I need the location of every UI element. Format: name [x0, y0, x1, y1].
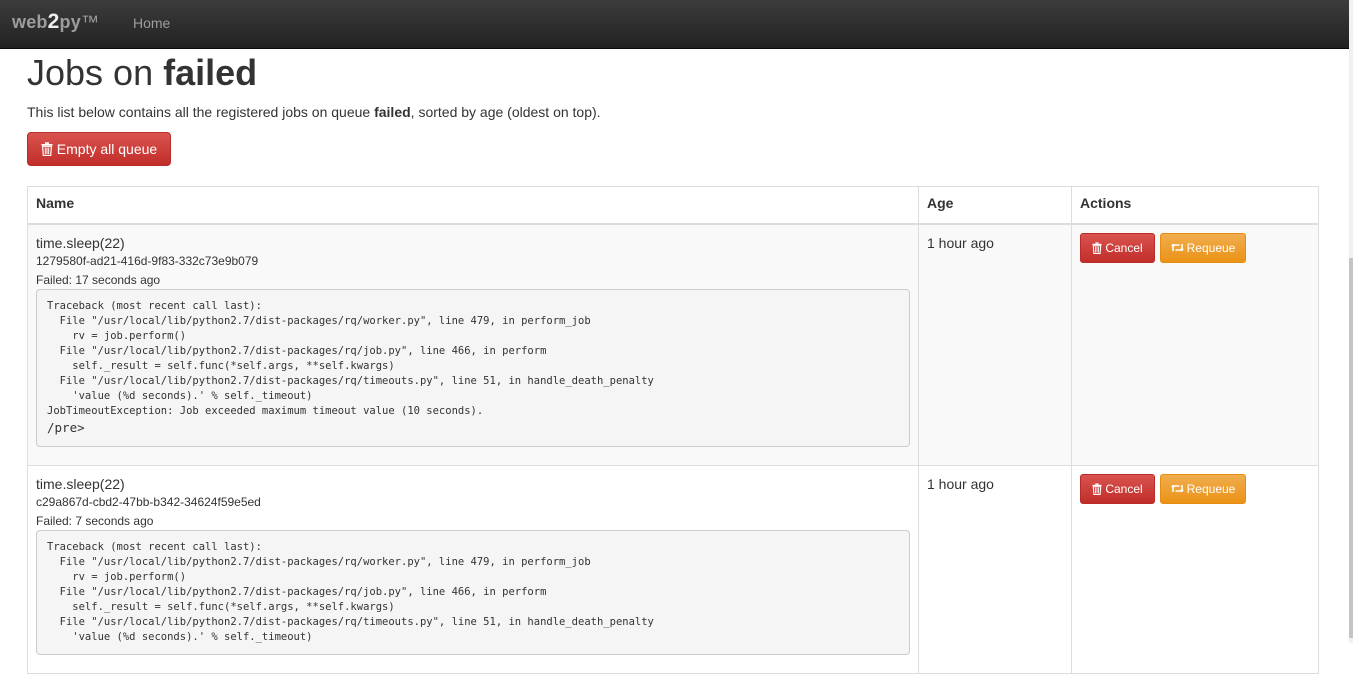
- description-prefix: This list below contains all the registe…: [27, 104, 375, 120]
- requeue-button[interactable]: Requeue: [1160, 232, 1246, 263]
- job-actions: Cancel Requeue: [1080, 473, 1310, 504]
- job-id: c29a867d-cbd2-47bb-b342-34624f59e5ed: [36, 494, 261, 509]
- job-age-cell: 1 hour ago: [918, 464, 1072, 674]
- job-actions-cell: Cancel Requeue: [1071, 223, 1319, 466]
- column-header-actions: Actions: [1071, 186, 1319, 225]
- job-age: 1 hour ago: [927, 475, 994, 492]
- top-navbar: web2py™ Home: [0, 0, 1349, 49]
- job-id: 1279580f-ad21-416d-9f83-332c73e9b079: [36, 253, 259, 268]
- traceback-end-text: /pre>: [47, 419, 85, 435]
- table-row: time.sleep(22) c29a867d-cbd2-47bb-b342-3…: [27, 464, 1319, 674]
- job-failed-time: Failed: 17 seconds ago: [36, 272, 161, 287]
- job-age: 1 hour ago: [927, 234, 994, 251]
- requeue-button[interactable]: Requeue: [1160, 473, 1246, 504]
- brand-suffix: py: [59, 12, 81, 32]
- traceback-block: Traceback (most recent call last): File …: [36, 288, 910, 447]
- empty-all-queue-label: Empty all queue: [56, 141, 158, 157]
- traceback-text: Traceback (most recent call last): File …: [47, 299, 654, 417]
- trash-icon: [1092, 241, 1102, 254]
- traceback-block: Traceback (most recent call last): File …: [36, 529, 910, 655]
- job-name-cell: time.sleep(22) 1279580f-ad21-416d-9f83-3…: [27, 223, 919, 466]
- job-function: time.sleep(22): [36, 475, 125, 492]
- brand-trademark: ™: [80, 12, 100, 32]
- traceback-text: Traceback (most recent call last): File …: [47, 540, 654, 643]
- job-failed-time: Failed: 7 seconds ago: [36, 513, 154, 528]
- job-age-cell: 1 hour ago: [918, 223, 1072, 466]
- requeue-label: Requeue: [1186, 240, 1236, 255]
- column-header-age[interactable]: Age: [918, 186, 1072, 225]
- cancel-label: Cancel: [1105, 481, 1143, 496]
- page-description: This list below contains all the registe…: [27, 104, 601, 120]
- brand-number: 2: [47, 10, 60, 33]
- cancel-label: Cancel: [1105, 240, 1143, 255]
- description-queue: failed: [374, 104, 411, 120]
- column-header-name[interactable]: Name: [27, 186, 919, 225]
- page-title: Jobs on failed: [27, 52, 257, 94]
- scrollbar-thumb[interactable]: [1349, 258, 1353, 638]
- nav-home-link[interactable]: Home: [133, 15, 170, 31]
- trash-icon: [1092, 482, 1102, 495]
- job-function: time.sleep(22): [36, 234, 125, 251]
- requeue-label: Requeue: [1186, 481, 1236, 496]
- brand-prefix: web: [12, 12, 48, 32]
- table-header-row: Name Age Actions: [27, 186, 1319, 225]
- page-title-prefix: Jobs on: [27, 52, 164, 93]
- jobs-table: Name Age Actions time.sleep(22) 1279580f…: [27, 186, 1319, 674]
- retweet-icon: [1170, 242, 1184, 253]
- job-actions-cell: Cancel Requeue: [1071, 464, 1319, 674]
- job-name-cell: time.sleep(22) c29a867d-cbd2-47bb-b342-3…: [27, 464, 919, 674]
- retweet-icon: [1170, 483, 1184, 494]
- trash-icon: [41, 142, 53, 156]
- brand-logo[interactable]: web2py™: [12, 10, 99, 34]
- table-row: time.sleep(22) 1279580f-ad21-416d-9f83-3…: [27, 223, 1319, 466]
- description-suffix: , sorted by age (oldest on top).: [410, 104, 601, 120]
- page-title-queue: failed: [163, 52, 258, 93]
- empty-all-queue-button[interactable]: Empty all queue: [27, 132, 171, 166]
- page-scrollbar[interactable]: [1349, 0, 1353, 643]
- cancel-button[interactable]: Cancel: [1080, 473, 1155, 504]
- cancel-button[interactable]: Cancel: [1080, 232, 1155, 263]
- job-actions: Cancel Requeue: [1080, 232, 1310, 263]
